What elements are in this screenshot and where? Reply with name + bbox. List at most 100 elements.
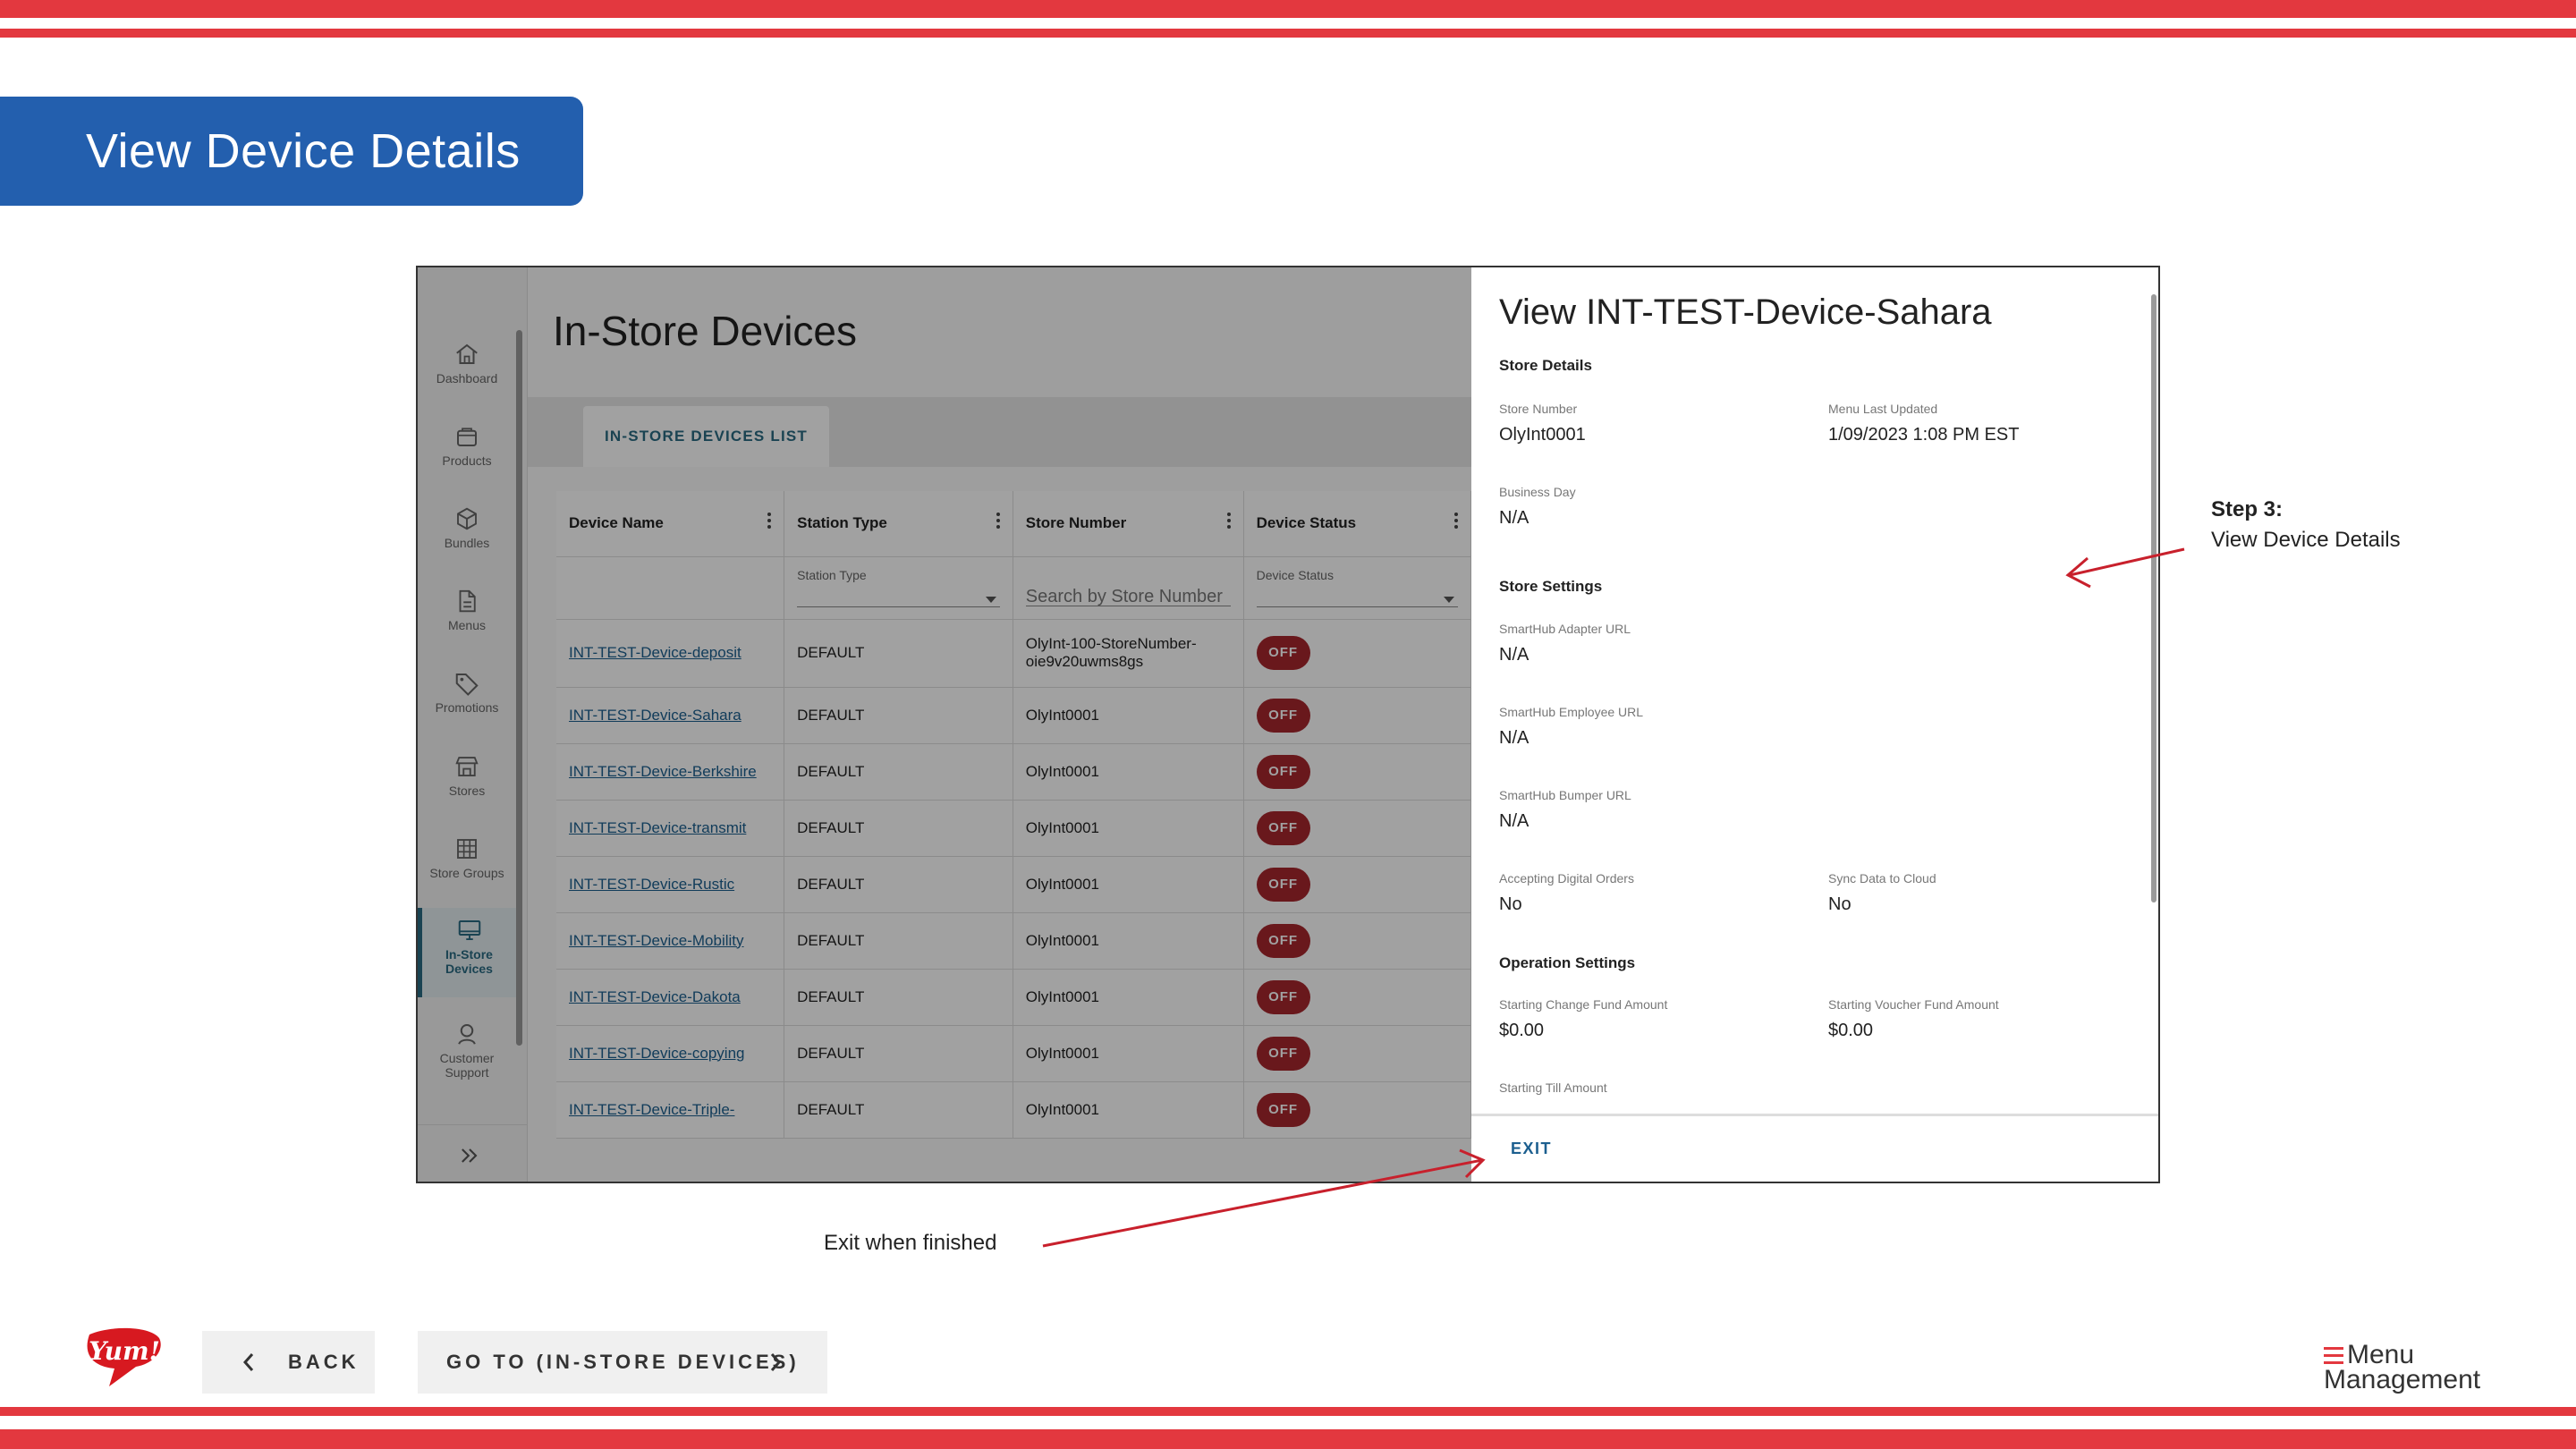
device-status-cell: OFF [1243, 1025, 1472, 1082]
device-name-link[interactable]: INT-TEST-Device-Rustic [556, 856, 785, 913]
chevron-right-icon [770, 1353, 782, 1371]
exit-button[interactable]: EXIT [1511, 1140, 1552, 1158]
panel-title: View INT-TEST-Device-Sahara [1499, 292, 1992, 332]
status-badge[interactable]: OFF [1256, 810, 1310, 845]
column-menu-icon[interactable] [996, 513, 1000, 530]
device-name-link[interactable]: INT-TEST-Device-Dakota [556, 969, 785, 1026]
sidebar-item-bundles[interactable]: Bundles [418, 505, 516, 550]
device-name-link[interactable]: INT-TEST-Device-deposit [556, 619, 785, 688]
devices-page: Dashboard Products Bundles Menus Promoti… [418, 267, 1472, 1182]
bag-icon [457, 428, 477, 446]
device-status-cell: OFF [1243, 800, 1472, 857]
section-store-settings: Store Settings [1499, 578, 1603, 595]
column-header-label: Device Name [569, 514, 664, 532]
change-fund-label: Starting Change Fund Amount [1499, 997, 1668, 1012]
device-name-link[interactable]: INT-TEST-Device-Triple- [556, 1081, 785, 1139]
sidebar-item-stores[interactable]: Stores [418, 753, 516, 798]
station-type-cell: DEFAULT [784, 1081, 1013, 1139]
sidebar-item-customer-support[interactable]: Customer Support [418, 1021, 516, 1080]
column-header-store-number[interactable]: Store Number [1013, 491, 1244, 557]
table-row: INT-TEST-Device-Dakota DEFAULT OlyInt0001 O… [556, 969, 1472, 1026]
status-badge[interactable]: OFF [1256, 867, 1310, 902]
sidebar-item-label: Menus [447, 618, 487, 632]
chevron-left-icon [242, 1353, 254, 1371]
status-badge[interactable]: OFF [1256, 1092, 1310, 1127]
column-header-station-type[interactable]: Station Type [784, 491, 1013, 557]
home-icon [456, 343, 478, 364]
storefront-icon [455, 757, 479, 776]
grid-icon [457, 839, 477, 859]
employee-url-value: N/A [1499, 728, 1530, 748]
sidebar-item-label: In-Store Devices [445, 947, 493, 976]
sidebar-item-label: Store Groups [429, 866, 504, 880]
menu-updated-label: Menu Last Updated [1828, 402, 1938, 416]
sidebar-item-store-groups[interactable]: Store Groups [418, 835, 516, 880]
chevron-double-right-icon [462, 1148, 478, 1163]
filter-label: Station Type [797, 568, 867, 582]
search-input[interactable]: Search by Store Number [1025, 587, 1231, 606]
panel-scrollbar[interactable] [2151, 294, 2157, 902]
store-number-cell: OlyInt0001 [1013, 1081, 1244, 1139]
sidebar-item-menus[interactable]: Menus [418, 588, 516, 632]
sync-cloud-label: Sync Data to Cloud [1828, 871, 1936, 886]
back-button[interactable]: BACK [202, 1331, 375, 1394]
station-type-cell: DEFAULT [784, 687, 1013, 744]
digital-orders-label: Accepting Digital Orders [1499, 871, 1634, 886]
sidebar-scrollbar[interactable] [516, 330, 522, 1046]
bottom-stripe [0, 1429, 2576, 1449]
sidebar-item-products[interactable]: Products [418, 423, 516, 468]
station-type-cell: DEFAULT [784, 743, 1013, 801]
column-header-device-name[interactable]: Device Name [556, 491, 785, 557]
device-status-filter[interactable]: Device Status [1243, 556, 1472, 620]
column-header-device-status[interactable]: Device Status [1243, 491, 1472, 557]
column-menu-icon[interactable] [1454, 513, 1458, 530]
tab-in-store-devices-list[interactable]: IN-STORE DEVICES LIST [583, 406, 829, 467]
store-number-cell: OlyInt0001 [1013, 743, 1244, 801]
store-number-cell: OlyInt0001 [1013, 687, 1244, 744]
sidebar-expand-toggle[interactable] [418, 1124, 528, 1182]
section-store-details: Store Details [1499, 357, 1592, 374]
device-name-link[interactable]: INT-TEST-Device-transmit [556, 800, 785, 857]
back-button-label: BACK [288, 1351, 360, 1373]
filter-label: Device Status [1256, 568, 1334, 582]
column-menu-icon[interactable] [1226, 513, 1231, 530]
sidebar-item-promotions[interactable]: Promotions [418, 670, 516, 715]
status-badge[interactable]: OFF [1256, 698, 1310, 733]
device-name-link[interactable]: INT-TEST-Device-Mobility [556, 912, 785, 970]
menu-updated-value: 1/09/2023 1:08 PM EST [1828, 425, 2020, 445]
filter-cell-empty [556, 556, 785, 620]
station-type-filter[interactable]: Station Type [784, 556, 1013, 620]
table-row: INT-TEST-Device-Berkshire DEFAULT OlyInt00… [556, 743, 1472, 801]
sidebar-item-label: Customer Support [439, 1051, 495, 1080]
logo-line-2: Management [2324, 1365, 2481, 1394]
sidebar-item-dashboard[interactable]: Dashboard [418, 341, 516, 386]
status-badge[interactable]: OFF [1256, 1036, 1310, 1071]
sync-cloud-value: No [1828, 894, 1852, 914]
device-name-link[interactable]: INT-TEST-Device-Sahara [556, 687, 785, 744]
status-badge[interactable]: OFF [1256, 636, 1310, 670]
chevron-down-icon [1444, 597, 1454, 603]
go-to-in-store-devices-button[interactable]: GO TO (IN-STORE DEVICES) [418, 1331, 827, 1394]
document-icon [459, 589, 476, 613]
step-annotation-text: View Device Details [2211, 528, 2401, 552]
device-status-cell: OFF [1243, 856, 1472, 913]
device-status-cell: OFF [1243, 969, 1472, 1026]
sidebar-item-in-store-devices[interactable]: In-Store Devices [418, 908, 516, 997]
store-number-label: Store Number [1499, 402, 1578, 416]
table-row: INT-TEST-Device-deposit DEFAULT OlyInt-100… [556, 619, 1472, 688]
top-stripe [0, 0, 2576, 18]
sidebar-item-label: Stores [448, 784, 486, 798]
column-header-label: Store Number [1025, 514, 1127, 532]
device-name-link[interactable]: INT-TEST-Device-copying [556, 1025, 785, 1082]
column-menu-icon[interactable] [767, 513, 772, 530]
sidebar-item-label: Promotions [435, 700, 499, 715]
business-day-value: N/A [1499, 508, 1530, 528]
device-name-link[interactable]: INT-TEST-Device-Berkshire [556, 743, 785, 801]
status-badge[interactable]: OFF [1256, 923, 1310, 958]
status-badge[interactable]: OFF [1256, 979, 1310, 1014]
store-number-search[interactable]: Search by Store Number [1013, 556, 1244, 620]
chevron-down-icon [985, 597, 996, 603]
station-type-cell: DEFAULT [784, 856, 1013, 913]
status-badge[interactable]: OFF [1256, 754, 1310, 789]
station-type-cell: DEFAULT [784, 800, 1013, 857]
